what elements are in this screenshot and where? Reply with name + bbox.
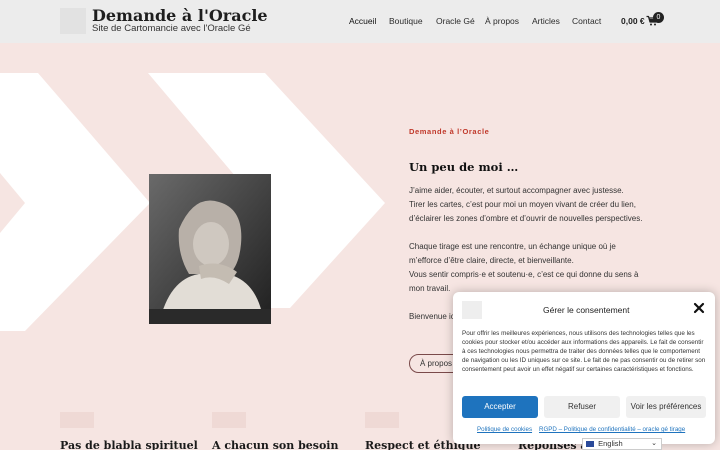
feature-icon-2 bbox=[212, 412, 246, 428]
cookie-consent-modal: Gérer le consentement Pour offrir les me… bbox=[453, 292, 715, 444]
nav-item-oracle-ge[interactable]: Oracle Gé bbox=[436, 16, 475, 26]
about-line-2: Tirer les cartes, c’est pour moi un moye… bbox=[409, 200, 636, 209]
about-line-3: d’éclairer les zones d’ombre et d’ouvrir… bbox=[409, 214, 643, 223]
feature-icon-3 bbox=[365, 412, 399, 428]
about-line-7: mon travail. bbox=[409, 284, 451, 293]
about-line-6: Vous sentir compris·e et soutenu·e, c’es… bbox=[409, 270, 639, 279]
nav-item-boutique[interactable]: Boutique bbox=[389, 16, 423, 26]
nav-item-contact[interactable]: Contact bbox=[572, 16, 601, 26]
section-eyebrow: Demande à l’Oracle bbox=[409, 127, 490, 136]
language-selector[interactable]: English ⌄ bbox=[582, 438, 662, 450]
site-tagline: Site de Cartomancie avec l'Oracle Gé bbox=[92, 23, 251, 34]
flag-icon bbox=[586, 441, 594, 448]
about-heading: Un peu de moi … bbox=[409, 160, 519, 174]
chevron-down-icon: ⌄ bbox=[651, 440, 657, 447]
accept-button[interactable]: Accepter bbox=[462, 396, 538, 418]
privacy-policy-link[interactable]: RGPD – Politique de confidentialité – or… bbox=[539, 426, 685, 433]
nav-item-accueil[interactable]: Accueil bbox=[349, 16, 376, 26]
feature-title-2: A chacun son besoin bbox=[212, 439, 339, 450]
portrait-photo bbox=[149, 174, 271, 324]
view-preferences-button[interactable]: Voir les préférences bbox=[626, 396, 706, 418]
feature-icon-1 bbox=[60, 412, 94, 428]
about-line-8: Bienvenue ici bbox=[409, 312, 457, 321]
consent-logo bbox=[462, 301, 482, 319]
portrait-image bbox=[149, 174, 271, 324]
feature-title-1: Pas de blabla spirituel bbox=[60, 439, 198, 450]
site-logo[interactable] bbox=[60, 8, 86, 34]
cookie-policy-link[interactable]: Politique de cookies bbox=[477, 426, 532, 433]
language-label: English bbox=[598, 439, 623, 448]
cart-count-badge: 0 bbox=[653, 12, 664, 23]
refuse-button[interactable]: Refuser bbox=[544, 396, 620, 418]
about-line-4: Chaque tirage est une rencontre, un écha… bbox=[409, 242, 616, 251]
nav-item-a-propos[interactable]: À propos bbox=[485, 16, 519, 26]
nav-item-articles[interactable]: Articles bbox=[532, 16, 560, 26]
site-header: Demande à l'Oracle Site de Cartomancie a… bbox=[0, 0, 720, 43]
cart-total[interactable]: 0,00 € bbox=[621, 16, 645, 26]
close-icon[interactable] bbox=[693, 302, 705, 314]
about-line-5: m’efforce d’être claire, directe, et bie… bbox=[409, 256, 574, 265]
consent-title: Gérer le consentement bbox=[543, 305, 630, 315]
consent-text: Pour offrir les meilleures expériences, … bbox=[462, 330, 706, 373]
about-line-1: J’aime aider, écouter, et surtout accomp… bbox=[409, 186, 624, 195]
